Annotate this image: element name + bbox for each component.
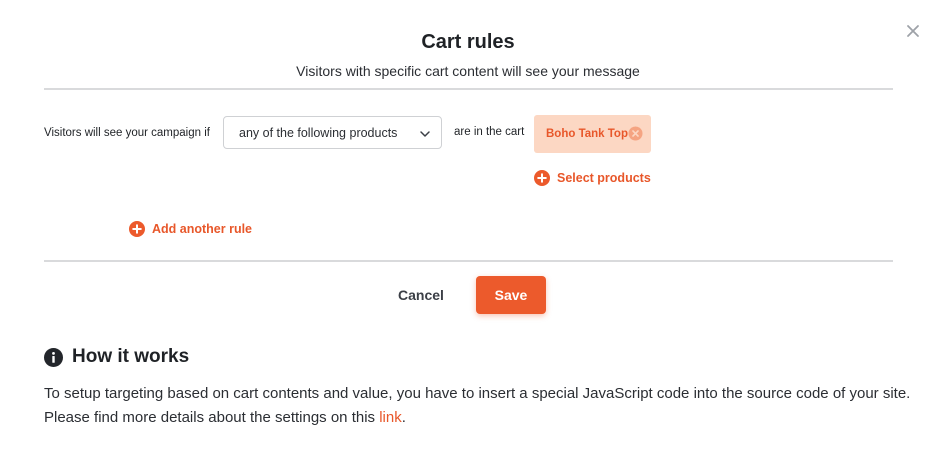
chevron-down-icon — [419, 127, 431, 145]
how-it-works-text: To setup targeting based on cart content… — [44, 382, 914, 430]
add-another-rule-label: Add another rule — [152, 222, 253, 236]
product-chip-label: Boho Tank Top — [546, 128, 628, 140]
plus-circle-icon — [129, 221, 145, 237]
info-circle-icon — [44, 347, 63, 367]
how-it-works-period: . — [401, 409, 406, 426]
select-products-button[interactable]: Select products — [534, 170, 651, 186]
save-button[interactable]: Save — [476, 276, 546, 314]
details-link[interactable]: link — [379, 409, 402, 426]
cancel-button[interactable]: Cancel — [398, 286, 444, 304]
dialog-subtitle: Visitors with specific cart content will… — [296, 63, 640, 79]
rule-suffix-label: are in the cart — [454, 126, 525, 138]
select-products-label: Select products — [557, 171, 651, 185]
dialog-header: Cart rules Visitors with specific cart c… — [0, 30, 936, 80]
dialog-title: Cart rules — [421, 31, 515, 53]
rule-prefix-label: Visitors will see your campaign if — [44, 127, 210, 139]
add-another-rule-button[interactable]: Add another rule — [129, 221, 252, 237]
how-it-works-title: How it works — [72, 346, 190, 367]
condition-select-value: any of the following products — [239, 126, 398, 140]
top-divider — [44, 88, 893, 90]
plus-circle-icon — [534, 170, 550, 186]
how-it-works-heading: How it works — [44, 346, 189, 368]
condition-select[interactable]: any of the following products — [223, 116, 442, 149]
remove-circle-icon[interactable] — [628, 126, 643, 141]
how-it-works-body: To setup targeting based on cart content… — [44, 385, 911, 426]
product-chip: Boho Tank Top — [534, 115, 651, 153]
bottom-divider — [44, 260, 893, 262]
